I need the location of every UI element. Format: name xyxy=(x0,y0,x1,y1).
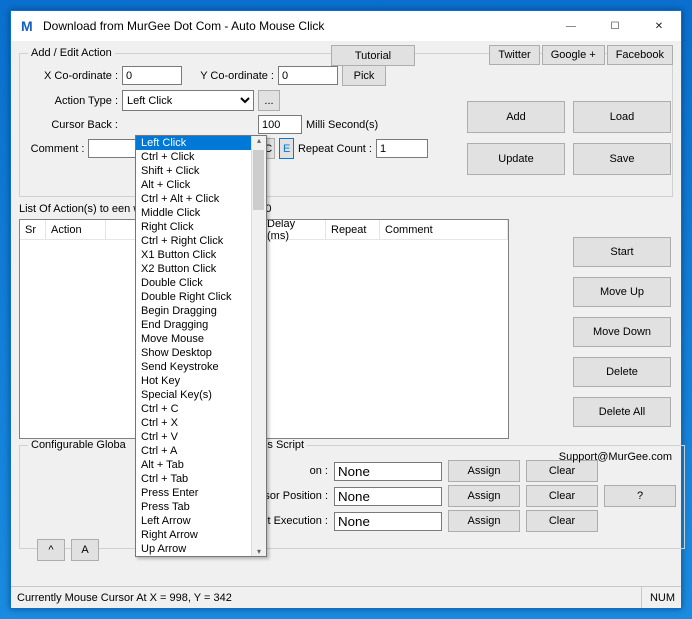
add-button[interactable]: Add xyxy=(467,101,565,133)
col-sr[interactable]: Sr xyxy=(20,220,46,239)
status-bar: Currently Mouse Cursor At X = 998, Y = 3… xyxy=(11,586,681,608)
action-type-dropdown[interactable]: Left ClickCtrl + ClickShift + ClickAlt +… xyxy=(135,135,267,557)
dropdown-item[interactable]: Alt + Tab xyxy=(136,458,266,472)
dropdown-item[interactable]: Left Arrow xyxy=(136,514,266,528)
shortcut-row2-input[interactable] xyxy=(334,487,442,506)
cursor-back-label: Cursor Back : xyxy=(28,119,118,131)
dropdown-item[interactable]: Hot Key xyxy=(136,374,266,388)
googleplus-button[interactable]: Google + xyxy=(542,45,605,65)
top-links: Twitter Google + Facebook xyxy=(489,45,673,65)
x-coord-label: X Co-ordinate : xyxy=(28,70,118,82)
minimize-button[interactable]: — xyxy=(549,11,593,41)
action-type-more-button[interactable]: ... xyxy=(258,90,280,111)
dropdown-item[interactable]: X2 Button Click xyxy=(136,262,266,276)
support-link[interactable]: Support@MurGee.com xyxy=(559,451,672,463)
twitter-button[interactable]: Twitter xyxy=(489,45,539,65)
dropdown-item[interactable]: Left Click xyxy=(136,136,266,150)
dropdown-item[interactable]: Special Key(s) xyxy=(136,388,266,402)
deleteall-button[interactable]: Delete All xyxy=(573,397,671,427)
status-text: Currently Mouse Cursor At X = 998, Y = 3… xyxy=(17,592,232,604)
dropdown-scrollbar[interactable] xyxy=(251,136,266,556)
scrollbar-thumb-icon[interactable] xyxy=(253,150,264,210)
start-button[interactable]: Start xyxy=(573,237,671,267)
dropdown-item[interactable]: Press Tab xyxy=(136,500,266,514)
delete-button[interactable]: Delete xyxy=(573,357,671,387)
tutorial-button[interactable]: Tutorial xyxy=(331,45,415,66)
y-coord-label: Y Co-ordinate : xyxy=(186,70,274,82)
dropdown-item[interactable]: Send Keystroke xyxy=(136,360,266,374)
dropdown-item[interactable]: Ctrl + V xyxy=(136,430,266,444)
side-buttons-top: Add Load Update Save xyxy=(467,101,671,175)
dropdown-item[interactable]: End Dragging xyxy=(136,318,266,332)
cursor-back-ms-input[interactable] xyxy=(258,115,302,134)
dropdown-item[interactable]: Begin Dragging xyxy=(136,304,266,318)
e-button[interactable]: E xyxy=(279,138,294,159)
repeat-count-label: Repeat Count : xyxy=(298,143,372,155)
numlock-indicator: NUM xyxy=(641,587,675,608)
titlebar[interactable]: M Download from MurGee Dot Com - Auto Mo… xyxy=(11,11,681,41)
dropdown-item[interactable]: Right Click xyxy=(136,220,266,234)
dropdown-item[interactable]: Ctrl + C xyxy=(136,402,266,416)
dropdown-item[interactable]: X1 Button Click xyxy=(136,248,266,262)
dropdown-item[interactable]: Double Right Click xyxy=(136,290,266,304)
dropdown-item[interactable]: Ctrl + Alt + Click xyxy=(136,192,266,206)
shortcut-row1-input[interactable] xyxy=(334,462,442,481)
y-coord-input[interactable] xyxy=(278,66,338,85)
caret-buttons: ^ A xyxy=(37,539,99,561)
repeat-count-input[interactable] xyxy=(376,139,428,158)
side-action-buttons: Start Move Up Move Down Delete Delete Al… xyxy=(573,237,671,427)
action-type-label: Action Type : xyxy=(28,95,118,107)
col-repeat[interactable]: Repeat xyxy=(326,220,380,239)
dropdown-item[interactable]: Shift + Click xyxy=(136,164,266,178)
caret-up-button[interactable]: ^ xyxy=(37,539,65,561)
assign-button-3[interactable]: Assign xyxy=(448,510,520,532)
assign-button-1[interactable]: Assign xyxy=(448,460,520,482)
clear-button-3[interactable]: Clear xyxy=(526,510,598,532)
action-type-select[interactable]: Left Click xyxy=(122,90,254,111)
close-button[interactable]: ✕ xyxy=(637,11,681,41)
dropdown-item[interactable]: Ctrl + Right Click xyxy=(136,234,266,248)
col-comment[interactable]: Comment xyxy=(380,220,508,239)
content-area: Tutorial Twitter Google + Facebook Add /… xyxy=(11,41,681,587)
dropdown-item[interactable]: Ctrl + Tab xyxy=(136,472,266,486)
pick-button[interactable]: Pick xyxy=(342,65,386,86)
moveup-button[interactable]: Move Up xyxy=(573,277,671,307)
shortcut-row3-input[interactable] xyxy=(334,512,442,531)
movedown-button[interactable]: Move Down xyxy=(573,317,671,347)
shortcut-group: Configurable Globathis Script Support@Mu… xyxy=(19,439,685,549)
app-window: M Download from MurGee Dot Com - Auto Mo… xyxy=(10,10,682,609)
dropdown-item[interactable]: Ctrl + X xyxy=(136,416,266,430)
help-button[interactable]: ? xyxy=(604,485,676,507)
col-delay[interactable]: Delay (ms) xyxy=(262,220,326,239)
dropdown-item[interactable]: Alt + Click xyxy=(136,178,266,192)
clear-button-1[interactable]: Clear xyxy=(526,460,598,482)
window-title: Download from MurGee Dot Com - Auto Mous… xyxy=(43,19,549,33)
a-button[interactable]: A xyxy=(71,539,99,561)
add-edit-legend: Add / Edit Action xyxy=(28,47,115,59)
dropdown-item[interactable]: Right Arrow xyxy=(136,528,266,542)
list-caption: List Of Action(s) to een with Resolution… xyxy=(19,203,673,215)
dropdown-item[interactable]: Up Arrow xyxy=(136,542,266,556)
app-icon: M xyxy=(17,16,37,36)
dropdown-item[interactable]: Double Click xyxy=(136,276,266,290)
dropdown-item[interactable]: Move Mouse xyxy=(136,332,266,346)
comment-label: Comment : xyxy=(28,143,84,155)
svg-text:M: M xyxy=(21,18,33,34)
load-button[interactable]: Load xyxy=(573,101,671,133)
x-coord-input[interactable] xyxy=(122,66,182,85)
dropdown-item[interactable]: Show Desktop xyxy=(136,346,266,360)
maximize-button[interactable]: ☐ xyxy=(593,11,637,41)
dropdown-item[interactable]: Middle Click xyxy=(136,206,266,220)
facebook-button[interactable]: Facebook xyxy=(607,45,673,65)
dropdown-item[interactable]: Ctrl + Click xyxy=(136,150,266,164)
ms-label: Milli Second(s) xyxy=(306,119,378,131)
assign-button-2[interactable]: Assign xyxy=(448,485,520,507)
dropdown-item[interactable]: Ctrl + A xyxy=(136,444,266,458)
dropdown-item[interactable]: Press Enter xyxy=(136,486,266,500)
clear-button-2[interactable]: Clear xyxy=(526,485,598,507)
save-button[interactable]: Save xyxy=(573,143,671,175)
col-action[interactable]: Action xyxy=(46,220,106,239)
update-button[interactable]: Update xyxy=(467,143,565,175)
